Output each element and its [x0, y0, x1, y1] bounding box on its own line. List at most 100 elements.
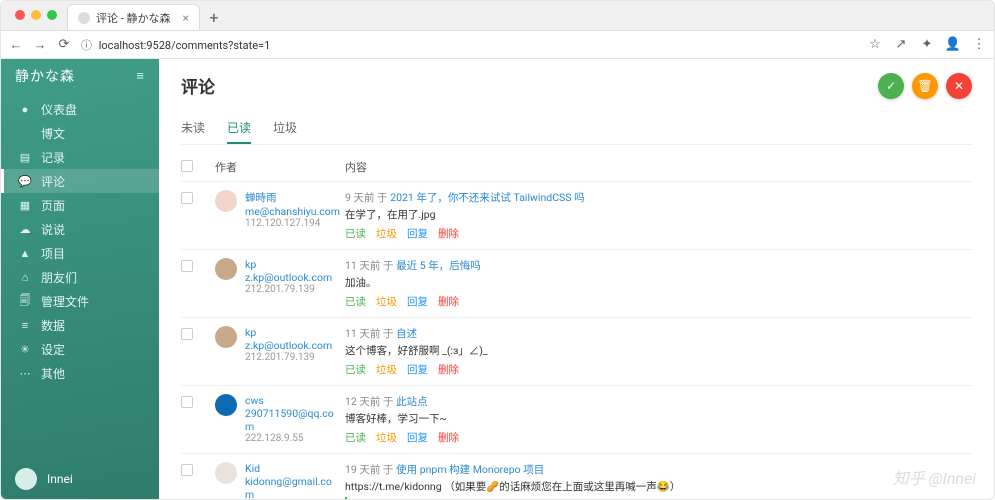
author-name[interactable]: cws: [245, 394, 341, 407]
action-delete[interactable]: 删除: [438, 363, 459, 376]
sidebar-item-8[interactable]: 🗐管理文件: [1, 289, 159, 313]
new-tab-button[interactable]: +: [204, 4, 224, 30]
menu-toggle-icon[interactable]: ≡: [136, 68, 145, 84]
comment-target-link[interactable]: 使用 pnpm 构建 Monorepo 项目: [396, 463, 544, 476]
row-checkbox[interactable]: [181, 464, 193, 476]
sidebar-item-label: 博文: [41, 125, 65, 142]
action-spam[interactable]: 垃圾: [376, 431, 397, 444]
action-delete[interactable]: 删除: [438, 431, 459, 444]
tab-1[interactable]: 已读: [227, 119, 251, 144]
tab-close-icon[interactable]: ×: [183, 11, 189, 25]
sidebar-icon: ▲: [19, 247, 31, 260]
comment-target-link[interactable]: 自述: [396, 327, 417, 340]
brand-title: 静かな森: [15, 66, 75, 86]
sidebar-item-1[interactable]: 博文: [1, 121, 159, 145]
mac-close[interactable]: [15, 10, 25, 20]
author-ip: 222.128.9.55: [245, 433, 341, 444]
action-delete[interactable]: 删除: [438, 227, 459, 240]
star-icon[interactable]: ☆: [868, 38, 882, 52]
action-read[interactable]: 已读: [345, 227, 366, 240]
author-avatar: [215, 258, 237, 280]
action-read[interactable]: 已读: [345, 295, 366, 308]
row-checkbox[interactable]: [181, 192, 193, 204]
kebab-icon[interactable]: ⋮: [972, 38, 986, 52]
author-email[interactable]: z.kp@outlook.com: [245, 271, 341, 284]
sidebar-item-4[interactable]: ▦页面: [1, 193, 159, 217]
author-avatar: [215, 190, 237, 212]
mac-max[interactable]: [47, 10, 57, 20]
sidebar-item-2[interactable]: ▤记录: [1, 145, 159, 169]
comment-body: 加油。: [345, 275, 972, 290]
avatar[interactable]: [15, 468, 37, 490]
sidebar-item-label: 数据: [41, 317, 65, 334]
row-checkbox[interactable]: [181, 260, 193, 272]
approve-fab[interactable]: ✓: [878, 73, 904, 99]
action-read[interactable]: 已读: [345, 363, 366, 376]
action-reply[interactable]: 回复: [407, 295, 428, 308]
comment-row: cws290711590@qq.com222.128.9.5512 天前 于 此…: [181, 385, 972, 453]
address-bar[interactable]: ⓘ localhost:9528/comments?state=1: [81, 37, 858, 53]
sidebar-item-5[interactable]: ☁说说: [1, 217, 159, 241]
action-reply[interactable]: 回复: [407, 431, 428, 444]
sidebar-icon: ▤: [19, 151, 31, 164]
author-email[interactable]: 290711590@qq.com: [245, 407, 341, 433]
sidebar-item-3[interactable]: 💬评论: [1, 169, 159, 193]
sidebar-icon: ⋯: [19, 367, 31, 380]
page-title: 评论: [181, 73, 215, 98]
author-name[interactable]: 蝉時雨: [245, 190, 341, 205]
select-all-checkbox[interactable]: [181, 160, 193, 172]
comment-meta: 11 天前 于 自述: [345, 326, 972, 341]
puzzle-icon[interactable]: ✦: [920, 38, 934, 52]
forward-icon[interactable]: →: [33, 38, 47, 52]
favicon: [78, 12, 90, 24]
action-reply[interactable]: 回复: [407, 363, 428, 376]
action-spam[interactable]: 垃圾: [376, 227, 397, 240]
author-avatar: [215, 394, 237, 416]
row-checkbox[interactable]: [181, 396, 193, 408]
action-spam[interactable]: 垃圾: [376, 363, 397, 376]
comment-target-link[interactable]: 最近 5 年，后悔吗: [396, 259, 481, 272]
sidebar-item-6[interactable]: ▲项目: [1, 241, 159, 265]
author-ip: 212.201.79.139: [245, 284, 341, 295]
author-email[interactable]: me@chanshiyu.com: [245, 205, 341, 218]
comment-body: 这个博客，好舒服啊 _(:з」∠)_: [345, 343, 972, 358]
delete-fab[interactable]: ✕: [946, 73, 972, 99]
author-avatar: [215, 326, 237, 348]
author-ip: 112.120.127.194: [245, 218, 341, 229]
trash-fab[interactable]: 🗑: [912, 73, 938, 99]
tab-0[interactable]: 未读: [181, 119, 205, 144]
author-email[interactable]: z.kp@outlook.com: [245, 339, 341, 352]
sidebar-item-0[interactable]: ●仪表盘: [1, 97, 159, 121]
browser-tab[interactable]: 评论 - 静かな森 ×: [67, 4, 200, 30]
comment-target-link[interactable]: 此站点: [396, 395, 428, 408]
sidebar-item-7[interactable]: ⌂朋友们: [1, 265, 159, 289]
comment-meta: 19 天前 于 使用 pnpm 构建 Monorepo 项目: [345, 462, 972, 477]
site-info-icon[interactable]: ⓘ: [81, 39, 92, 52]
comment-row: kpz.kp@outlook.com212.201.79.139 11 天前 于 …: [181, 249, 972, 317]
sidebar-icon: ≡: [19, 319, 31, 332]
comment-meta: 11 天前 于 最近 5 年，后悔吗: [345, 258, 972, 273]
comment-body: 博客好棒，学习一下~: [345, 411, 972, 426]
author-name[interactable]: kp: [245, 258, 341, 271]
sidebar-item-9[interactable]: ≡ 数据: [1, 313, 159, 337]
share-icon[interactable]: ↗: [894, 38, 908, 52]
tab-2[interactable]: 垃圾: [273, 119, 297, 144]
sidebar-item-10[interactable]: ✳设定: [1, 337, 159, 361]
action-spam[interactable]: 垃圾: [376, 295, 397, 308]
action-read[interactable]: 已读: [345, 431, 366, 444]
action-delete[interactable]: 删除: [438, 295, 459, 308]
action-reply[interactable]: 回复: [407, 227, 428, 240]
author-name[interactable]: Kid: [245, 462, 341, 475]
tab-title: 评论 - 静かな森: [96, 10, 171, 26]
row-checkbox[interactable]: [181, 328, 193, 340]
mac-min[interactable]: [31, 10, 41, 20]
comment-row: 蝉時雨me@chanshiyu.com112.120.127.1949 天前 于…: [181, 181, 972, 249]
back-icon[interactable]: ←: [9, 38, 23, 52]
comment-target-link[interactable]: 2021 年了，你不还来试试 TailwindCSS 吗: [390, 191, 584, 204]
account-icon[interactable]: 👤: [946, 38, 960, 52]
reload-icon[interactable]: ⟳: [57, 38, 71, 52]
author-name[interactable]: kp: [245, 326, 341, 339]
author-email[interactable]: kidonng@gmail.com: [245, 475, 341, 499]
url-text: localhost:9528/comments?state=1: [99, 39, 271, 52]
sidebar-item-11[interactable]: ⋯其他: [1, 361, 159, 385]
